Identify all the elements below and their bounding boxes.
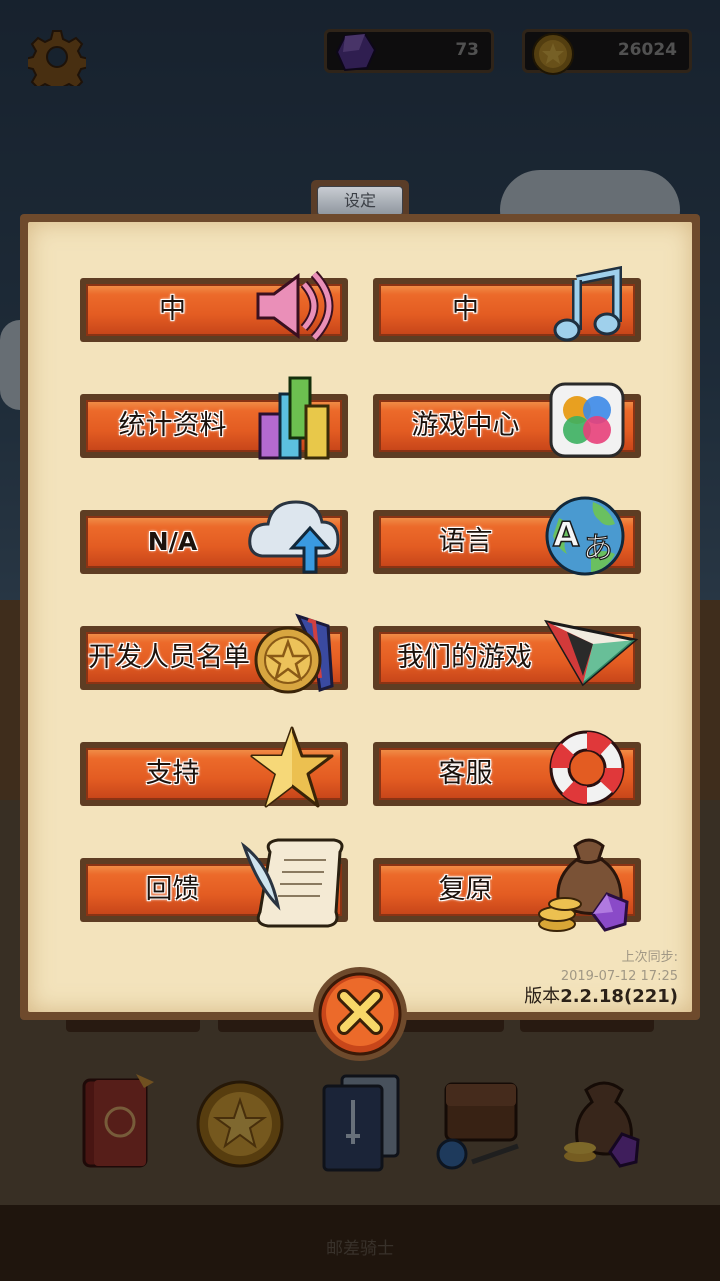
our-games-button[interactable]: 我们的游戏 bbox=[373, 619, 641, 690]
cloud-save-button[interactable]: N/A bbox=[80, 500, 348, 574]
version-prefix: 版本 bbox=[524, 986, 561, 1007]
dialog-title: 设定 bbox=[317, 186, 403, 216]
button-label: 统计资料 bbox=[118, 410, 227, 441]
cloud-upload-icon bbox=[246, 496, 340, 580]
language-button[interactable]: 语言 Aあ bbox=[373, 496, 641, 576]
svg-text:あ: あ bbox=[583, 531, 613, 566]
scroll-quill-icon bbox=[240, 836, 346, 936]
close-x-icon bbox=[313, 967, 407, 1061]
button-label: 回馈 bbox=[145, 874, 200, 905]
support-button[interactable]: 支持 bbox=[80, 726, 348, 808]
speaker-icon bbox=[252, 266, 336, 350]
version-number: 2.2.18(221) bbox=[560, 986, 678, 1007]
bar-chart-icon bbox=[256, 374, 336, 468]
button-label: 客服 bbox=[438, 758, 493, 789]
sound-volume-button[interactable]: 中 bbox=[80, 270, 348, 342]
button-label: 语言 bbox=[438, 526, 493, 557]
button-label: 支持 bbox=[145, 758, 200, 789]
svg-text:A: A bbox=[553, 515, 580, 555]
feedback-button[interactable]: 回馈 bbox=[80, 838, 348, 928]
last-sync-info: 上次同步: 2019-07-12 17:25 bbox=[561, 948, 678, 986]
star-icon bbox=[250, 724, 334, 816]
medal-icon bbox=[252, 612, 338, 702]
statistics-button[interactable]: 统计资料 bbox=[80, 376, 348, 460]
credits-button[interactable]: 开发人员名单 bbox=[80, 613, 348, 694]
music-note-icon bbox=[551, 265, 627, 350]
music-volume-button[interactable]: 中 bbox=[373, 265, 641, 342]
button-label: 中 bbox=[159, 294, 186, 325]
game-center-icon bbox=[547, 380, 627, 466]
button-label: 我们的游戏 bbox=[397, 642, 532, 673]
button-label: 游戏中心 bbox=[411, 410, 520, 441]
restore-button[interactable]: 复原 bbox=[373, 838, 641, 932]
close-button[interactable] bbox=[310, 964, 410, 1064]
lifebuoy-icon bbox=[547, 728, 627, 812]
button-label: N/A bbox=[147, 527, 198, 556]
paper-plane-icon bbox=[543, 618, 639, 692]
version-info: 版本2.2.18(221) bbox=[524, 982, 678, 1008]
game-center-button[interactable]: 游戏中心 bbox=[373, 382, 641, 458]
sync-label: 上次同步: bbox=[621, 950, 678, 965]
globe-language-icon: Aあ bbox=[539, 494, 629, 582]
customer-service-button[interactable]: 客服 bbox=[373, 730, 641, 806]
treasure-bag-icon bbox=[537, 832, 637, 940]
button-label: 开发人员名单 bbox=[88, 642, 250, 673]
button-label: 复原 bbox=[438, 874, 493, 905]
button-label: 中 bbox=[452, 294, 479, 325]
